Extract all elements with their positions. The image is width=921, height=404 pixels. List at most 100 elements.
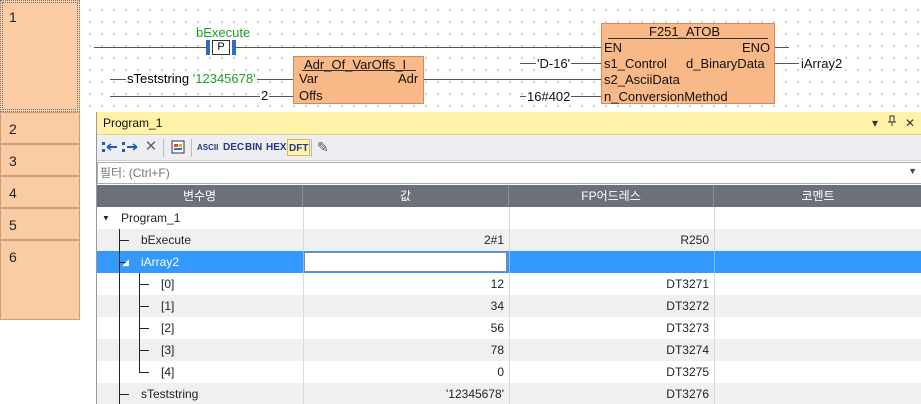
out-wire (775, 63, 799, 64)
network-number: 4 (9, 185, 17, 201)
collapse-arrow-icon[interactable]: ◢ (122, 251, 129, 273)
contact-variable[interactable]: bExecute (196, 26, 250, 40)
network-number: 5 (9, 217, 17, 233)
cell-fp-address (509, 251, 709, 273)
fb-atob-s1: s1_Control (604, 56, 667, 71)
column-header-name[interactable]: 변수명 (97, 185, 303, 207)
expand-all-icon[interactable] (101, 140, 119, 155)
network-row-3[interactable]: 3 (0, 144, 80, 176)
cell-value[interactable]: 0 (303, 361, 504, 383)
cell-value[interactable]: 2#1 (303, 229, 504, 251)
table-row[interactable]: [2] 56 DT3273 (97, 317, 921, 339)
collapse-all-icon[interactable] (121, 140, 139, 155)
cell-variable-name: iArray2 (141, 255, 180, 269)
fb-atob-en: EN (604, 40, 623, 55)
tree-connector (97, 317, 167, 339)
cell-value[interactable]: 12 (303, 273, 504, 295)
plc-editor-window: 1 2 3 4 5 6 bExecute P Adr_Of_VarOffs_I … (0, 0, 921, 404)
fb-atob-out: d_BinaryData (686, 56, 765, 71)
cell-fp-address: DT3275 (666, 365, 709, 379)
contact-symbol: P (212, 40, 230, 55)
pen-icon[interactable]: ✎ (317, 139, 333, 155)
panel-toolbar: ✕ ASCII DEC BIN HEX DFT ✎ (97, 135, 921, 161)
cell-variable-name: [3] (161, 343, 175, 357)
cell-variable-name: [0] (161, 277, 175, 291)
table-row[interactable]: [4] 0 DT3275 (97, 361, 921, 383)
expand-arrow-icon[interactable]: ▲ (102, 207, 110, 229)
network-number: 6 (9, 249, 17, 265)
cell-variable-name: bExecute (141, 233, 192, 247)
cell-variable-name: sTeststring (141, 387, 199, 401)
table-row[interactable]: ◢ iArray2 (97, 251, 921, 273)
cell-variable-name: [2] (161, 321, 175, 335)
cell-variable-name: Program_1 (121, 211, 181, 225)
cell-fp-address: DT3276 (666, 387, 709, 401)
table-row[interactable]: [0] 12 DT3271 (97, 273, 921, 295)
network-row-6[interactable]: 6 (0, 240, 80, 320)
bin-format-button[interactable]: BIN (245, 139, 262, 156)
network-row-4[interactable]: 4 (0, 176, 80, 208)
panel-title: Program_1 (103, 116, 163, 130)
column-header-value[interactable]: 값 (303, 185, 509, 207)
table-row[interactable]: [3] 78 DT3274 (97, 339, 921, 361)
fb-atob-eno: ENO (742, 40, 771, 55)
network-number: 2 (9, 121, 17, 137)
network-row-5[interactable]: 5 (0, 208, 80, 240)
fb-atob-title: F251_ATOB (649, 24, 721, 39)
network-row-1[interactable]: 1 (0, 0, 80, 112)
eno-wire (775, 47, 789, 48)
ladder-diagram[interactable]: bExecute P Adr_Of_VarOffs_I Var Adr Offs… (80, 0, 921, 112)
close-icon[interactable]: ✕ (905, 112, 915, 134)
input-string-name[interactable]: sTeststring (127, 71, 189, 86)
network-row-2[interactable]: 2 (0, 112, 80, 144)
table-row[interactable]: bExecute 2#1 R250 (97, 229, 921, 251)
fb-atob-n: n_ConversionMethod (604, 89, 728, 104)
contact-p[interactable]: P (206, 40, 236, 55)
fb-adr-in-var: Var (299, 71, 319, 86)
offs-value[interactable]: 2 (260, 89, 270, 103)
dec-format-button[interactable]: DEC (223, 139, 244, 156)
fb-adr-out-adr: Adr (398, 71, 419, 86)
delete-icon[interactable]: ✕ (143, 139, 159, 155)
watch-icon[interactable] (171, 139, 187, 155)
cell-value[interactable] (303, 251, 504, 273)
cell-value[interactable] (303, 207, 504, 229)
dropdown-icon[interactable]: ▾ (872, 112, 878, 134)
panel-titlebar: Program_1 (97, 112, 921, 135)
tree-connector (97, 273, 167, 295)
fb-adr-in-offs: Offs (299, 88, 323, 103)
input-string-value[interactable]: '12345678' (193, 71, 256, 86)
filter-box: ▼ (97, 162, 921, 184)
fb-atob-s2: s2_AsciiData (604, 72, 680, 87)
tree-connector (97, 295, 167, 317)
cell-variable-name: [4] (161, 365, 175, 379)
network-number: 3 (9, 153, 17, 169)
network-number: 1 (9, 9, 17, 25)
pin-icon[interactable] (887, 112, 897, 134)
filter-input[interactable] (100, 164, 890, 182)
dft-format-button[interactable]: DFT (287, 139, 311, 156)
tree-connector (97, 339, 167, 361)
cell-fp-address: DT3271 (666, 277, 709, 291)
cell-fp-address: DT3273 (666, 321, 709, 335)
control-value[interactable]: 'D-16' (536, 57, 572, 71)
table-row[interactable]: sTeststring '12345678' DT3276 (97, 383, 921, 404)
table-row[interactable]: [1] 34 DT3272 (97, 295, 921, 317)
filter-dropdown-icon[interactable]: ▼ (908, 166, 917, 176)
method-value[interactable]: 16#402 (526, 90, 572, 104)
table-header: 변수명 값 FP어드레스 코멘트 (97, 185, 921, 207)
output-variable[interactable]: iArray2 (801, 57, 842, 71)
cell-value[interactable]: 56 (303, 317, 504, 339)
cell-value[interactable]: '12345678' (303, 383, 504, 404)
adr-wire (424, 79, 604, 80)
tree-connector (97, 361, 167, 383)
ascii-format-button[interactable]: ASCII (197, 139, 218, 156)
column-header-fp-address[interactable]: FP어드레스 (509, 185, 714, 207)
hex-format-button[interactable]: HEX (266, 139, 287, 156)
network-number-column: 1 2 3 4 5 6 (0, 0, 80, 404)
cell-value[interactable]: 78 (303, 339, 504, 361)
cell-value[interactable]: 34 (303, 295, 504, 317)
cell-fp-address: R250 (680, 233, 709, 247)
column-header-comment[interactable]: 코멘트 (714, 185, 921, 207)
table-row[interactable]: ▲ Program_1 (97, 207, 921, 229)
